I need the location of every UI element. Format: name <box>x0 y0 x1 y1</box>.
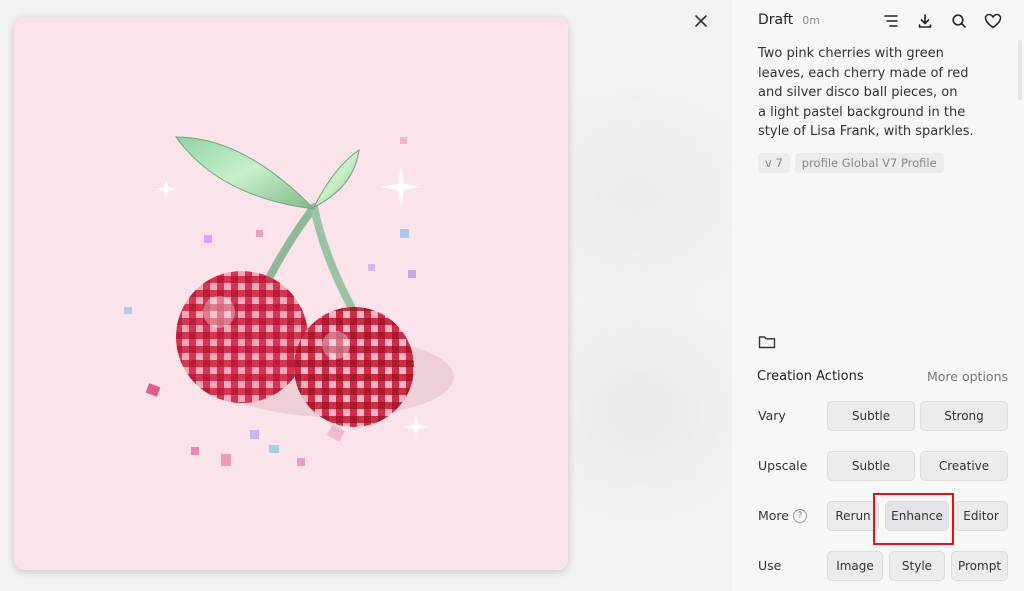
more-label: More ? <box>758 508 807 523</box>
use-prompt-button[interactable]: Prompt <box>951 551 1008 581</box>
filter-lines-icon <box>884 15 898 27</box>
use-label-text: Use <box>758 558 782 573</box>
profile-tag[interactable]: profile Global V7 Profile <box>794 153 944 173</box>
close-icon <box>695 15 707 27</box>
search-icon <box>952 14 966 28</box>
upscale-subtle-button[interactable]: Subtle <box>827 451 915 481</box>
like-button[interactable] <box>982 10 1004 32</box>
vary-label: Vary <box>758 408 786 423</box>
page-title: Draft <box>758 12 794 28</box>
rerun-button[interactable]: Rerun <box>827 501 879 531</box>
vary-strong-button[interactable]: Strong <box>920 401 1008 431</box>
leaf-right <box>312 148 360 209</box>
leaf-left <box>175 136 316 210</box>
cherry-left <box>176 271 308 403</box>
upscale-label: Upscale <box>758 458 807 473</box>
cherry-right <box>294 307 414 427</box>
search-button[interactable] <box>948 10 970 32</box>
filter-button[interactable] <box>880 10 902 32</box>
vary-label-text: Vary <box>758 408 786 423</box>
stem-right <box>310 203 358 316</box>
toolbar <box>880 10 1004 32</box>
enhance-highlight-box <box>873 493 954 545</box>
editor-button[interactable]: Editor <box>954 501 1008 531</box>
upscale-creative-button[interactable]: Creative <box>920 451 1008 481</box>
scrollbar[interactable] <box>1018 40 1022 100</box>
prompt-text: Two pink cherries with green leaves, eac… <box>758 44 978 142</box>
vary-subtle-button[interactable]: Subtle <box>827 401 915 431</box>
use-style-button[interactable]: Style <box>889 551 945 581</box>
header-row: Draft 0m <box>758 12 820 28</box>
use-image-button[interactable]: Image <box>827 551 883 581</box>
folder-icon <box>758 336 776 349</box>
prompt-line: Two pink cherries with green <box>758 46 944 61</box>
more-options-link[interactable]: More options <box>927 369 1008 384</box>
use-label: Use <box>758 558 781 573</box>
generated-image[interactable] <box>14 17 568 570</box>
creation-actions-title: Creation Actions <box>757 369 864 384</box>
tag-list: v 7 profile Global V7 Profile <box>758 153 944 173</box>
prompt-line: and silver disco ball pieces, on <box>758 85 958 101</box>
download-icon <box>918 14 932 28</box>
prompt-line: style of Lisa Frank, with sparkles. <box>758 124 974 140</box>
heart-icon <box>984 13 1002 29</box>
more-label-text: More <box>758 508 789 523</box>
version-tag[interactable]: v 7 <box>758 153 790 173</box>
prompt-line: leaves, each cherry made of red <box>758 65 969 81</box>
download-button[interactable] <box>914 10 936 32</box>
timestamp: 0m <box>802 14 821 27</box>
upscale-label-text: Upscale <box>758 458 808 473</box>
close-button[interactable] <box>690 10 712 32</box>
folder-button[interactable] <box>758 334 776 350</box>
help-icon[interactable]: ? <box>793 508 807 523</box>
prompt-line: a light pastel background in the <box>758 104 966 120</box>
